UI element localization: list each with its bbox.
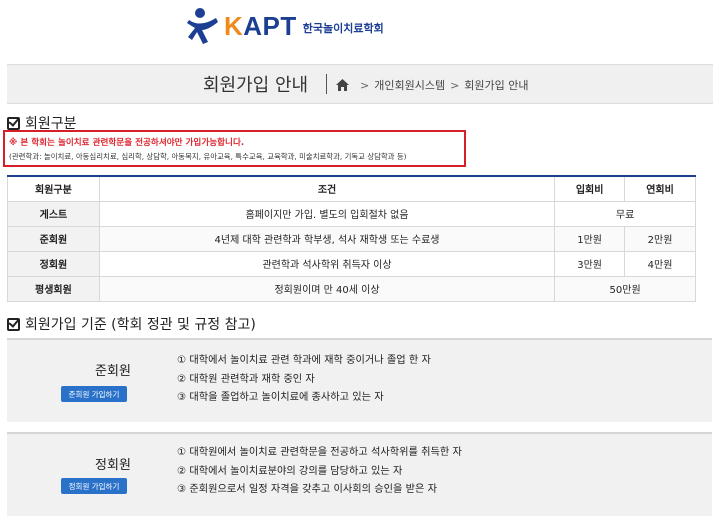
table-row: 게스트 홈페이지만 가입. 별도의 입회절차 없음 무료 <box>7 200 696 227</box>
page-title: 회원가입 안내 <box>203 75 309 96</box>
entry-fee-cell: 3만원 <box>554 250 626 277</box>
list-item: ③ 대학을 졸업하고 놀이치료에 종사하고 있는 자 <box>177 392 384 403</box>
criteria-list: ① 대학원에서 놀이치료 관련학문을 전공하고 석사학위를 취득한 자 ② 대학… <box>177 444 462 500</box>
home-icon[interactable] <box>336 79 349 91</box>
join-associate-button[interactable]: 준회원 가입하기 <box>61 386 127 402</box>
member-type-cell: 평생회원 <box>7 275 100 302</box>
fee-cell: 50만원 <box>554 275 696 302</box>
list-item: ② 대학에서 놀이치료분야의 강의를 담당하고 있는 자 <box>177 465 403 477</box>
table-row: 준회원 4년제 대학 관련학과 학부생, 석사 재학생 또는 수료생 1만원 2… <box>7 225 696 252</box>
condition-cell: 정회원이며 만 40세 이상 <box>98 275 556 302</box>
member-type-table: 회원구분 조건 입회비 연회비 게스트 홈페이지만 가입. 별도의 입회절차 없… <box>7 175 696 302</box>
member-type-cell: 정회원 <box>7 250 100 277</box>
checkbox-icon <box>7 317 20 331</box>
join-regular-button[interactable]: 정회원 가입하기 <box>61 478 127 494</box>
annual-fee-cell: 2만원 <box>624 225 696 252</box>
eligibility-notice: ※ 본 학회는 놀이치료 관련학문을 전공하셔야만 가입가능합니다. (관련학과… <box>3 130 466 167</box>
column-header-annual-fee: 연회비 <box>624 175 696 202</box>
criteria-member-name: 정회원 <box>95 458 131 473</box>
column-header-condition: 조건 <box>98 175 556 202</box>
list-item: ③ 준회원으로서 일정 자격을 갖추고 이사회의 승인을 받은 자 <box>177 484 437 495</box>
breadcrumb-item-member-system[interactable]: 개인회원시스템 <box>374 77 445 93</box>
breadcrumb-item-current: 회원가입 안내 <box>464 79 529 92</box>
condition-cell: 4년제 대학 관련학과 학부생, 석사 재학생 또는 수료생 <box>98 225 556 252</box>
table-row: 평생회원 정회원이며 만 40세 이상 50만원 <box>7 275 696 302</box>
annual-fee-cell: 4만원 <box>624 250 696 277</box>
member-type-cell: 준회원 <box>7 225 100 252</box>
condition-cell: 홈페이지만 가입. 별도의 입회절차 없음 <box>98 200 556 227</box>
list-item: ① 대학에서 놀이치료 관련 학과에 재학 중이거나 졸업 한 자 <box>177 355 431 366</box>
section-heading-text: 회원가입 기준 (학회 정관 및 규정 참고) <box>25 317 256 333</box>
breadcrumb: > 개인회원시스템 > 회원가입 안내 <box>336 77 529 93</box>
breadcrumb-chevron-icon: > <box>450 78 460 92</box>
criteria-box-regular: 정회원 정회원 가입하기 ① 대학원에서 놀이치료 관련학문을 전공하고 석사학… <box>7 432 712 516</box>
criteria-box-associate: 준회원 준회원 가입하기 ① 대학에서 놀이치료 관련 학과에 재학 중이거나 … <box>7 338 712 422</box>
column-header-type: 회원구분 <box>7 175 100 202</box>
breadcrumb-chevron-icon: > <box>360 78 370 92</box>
page-title-bar: 회원가입 안내 > 개인회원시스템 > 회원가입 안내 <box>7 64 713 104</box>
fee-cell: 무료 <box>554 200 696 227</box>
section-heading-criteria: 회원가입 기준 (학회 정관 및 규정 참고) <box>7 314 256 334</box>
logo-subtitle: 한국놀이치료학회 <box>302 22 384 35</box>
logo-wordmark: KAPT <box>224 10 297 41</box>
condition-cell: 관련학과 석사학위 취득자 이상 <box>98 250 556 277</box>
table-header-row: 회원구분 조건 입회비 연회비 <box>7 175 696 202</box>
member-type-cell: 게스트 <box>7 200 100 227</box>
column-header-entry-fee: 입회비 <box>554 175 626 202</box>
entry-fee-cell: 1만원 <box>554 225 626 252</box>
kapt-logo-figure-icon <box>187 8 218 44</box>
notice-main-text: ※ 본 학회는 놀이치료 관련학문을 전공하셔야만 가입가능합니다. <box>9 138 245 148</box>
checkbox-icon <box>7 116 20 130</box>
list-item: ② 대학원 관련학과 재학 중인 자 <box>177 373 315 385</box>
table-row: 정회원 관련학과 석사학위 취득자 이상 3만원 4만원 <box>7 250 696 277</box>
criteria-member-name: 준회원 <box>95 364 131 379</box>
title-divider <box>326 74 327 94</box>
site-logo[interactable]: KAPT 한국놀이치료학회 <box>186 6 384 46</box>
criteria-list: ① 대학에서 놀이치료 관련 학과에 재학 중이거나 졸업 한 자 ② 대학원 … <box>177 352 431 408</box>
notice-related-majors: (관련학과: 놀이치료, 아동심리치료, 심리학, 상담학, 아동복지, 유아교… <box>9 152 407 161</box>
list-item: ① 대학원에서 놀이치료 관련학문을 전공하고 석사학위를 취득한 자 <box>177 447 462 458</box>
